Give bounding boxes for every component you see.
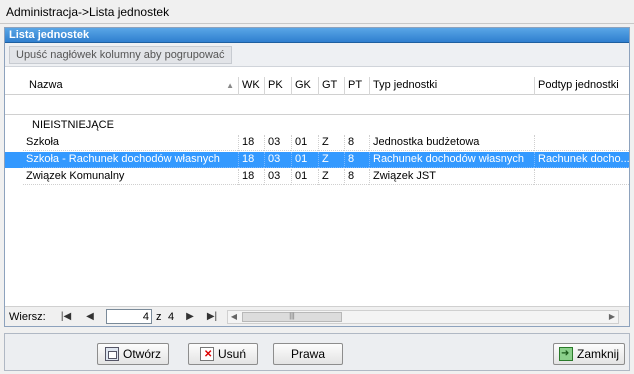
scroll-right-icon[interactable]: ▶ bbox=[606, 311, 618, 323]
horizontal-scrollbar[interactable]: ◀ ||| ▶ bbox=[227, 310, 619, 324]
cell-pt: 8 bbox=[344, 152, 369, 168]
units-panel: Lista jednostek Upuść nagłówek kolumny a… bbox=[4, 27, 630, 327]
group-row[interactable]: NIEISTNIEJĄCE bbox=[5, 118, 629, 134]
cell-typ: Rachunek dochodów własnych bbox=[369, 152, 534, 168]
open-button[interactable]: Otwórz bbox=[97, 343, 169, 365]
table-row[interactable]: Związek Komunalny 18 03 01 Z 8 Związek J… bbox=[5, 169, 629, 185]
open-icon bbox=[104, 347, 119, 361]
group-by-area[interactable]: Upuść nagłówek kolumny aby pogrupować bbox=[5, 43, 629, 67]
first-record-icon[interactable]: |◀ bbox=[59, 310, 73, 324]
current-record-input[interactable] bbox=[106, 309, 152, 324]
cell-gt: Z bbox=[318, 152, 344, 168]
column-header-typ[interactable]: Typ jednostki bbox=[369, 77, 534, 95]
navigator-label: Wiersz: bbox=[9, 311, 46, 323]
row-indicator-header bbox=[5, 77, 23, 95]
table-row[interactable]: Szkoła 18 03 01 Z 8 Jednostka budżetowa bbox=[5, 135, 629, 151]
cell-gt: Z bbox=[318, 135, 344, 151]
exit-icon bbox=[558, 347, 573, 361]
last-record-icon[interactable]: ▶| bbox=[205, 310, 219, 324]
cell-nazwa: Szkoła bbox=[23, 135, 238, 151]
cell-pk: 03 bbox=[264, 135, 291, 151]
cell-pk: 03 bbox=[264, 152, 291, 168]
rights-button[interactable]: Prawa bbox=[273, 343, 343, 365]
cell-wk: 18 bbox=[238, 169, 264, 185]
delete-icon bbox=[199, 347, 214, 361]
column-header-gk[interactable]: GK bbox=[291, 77, 318, 95]
cell-podtyp: Rachunek docho... bbox=[534, 152, 629, 168]
cell-pt: 8 bbox=[344, 169, 369, 185]
record-navigator: Wiersz: |◀ ◀ z 4 ▶ ▶| ◀ ||| ▶ bbox=[5, 306, 629, 326]
next-record-icon[interactable]: ▶ bbox=[183, 310, 197, 324]
rights-button-label: Prawa bbox=[290, 347, 325, 361]
column-header-pt[interactable]: PT bbox=[344, 77, 369, 95]
previous-record-icon[interactable]: ◀ bbox=[83, 310, 97, 324]
column-header-nazwa[interactable]: Nazwa ▲ bbox=[23, 77, 238, 95]
cell-wk: 18 bbox=[238, 152, 264, 168]
column-header-label: Nazwa bbox=[29, 79, 63, 91]
group-by-hint: Upuść nagłówek kolumny aby pogrupować bbox=[9, 46, 232, 64]
delete-button[interactable]: Usuń bbox=[188, 343, 258, 365]
scrollbar-thumb[interactable]: ||| bbox=[242, 312, 342, 322]
cell-typ: Jednostka budżetowa bbox=[369, 135, 534, 151]
navigator-total: 4 bbox=[168, 311, 175, 323]
grid-header: Nazwa ▲ WK PK GK GT PT Typ jednostki Pod… bbox=[5, 77, 629, 95]
panel-title: Lista jednostek bbox=[5, 28, 629, 43]
cell-gk: 01 bbox=[291, 169, 318, 185]
action-bar: Otwórz Usuń Prawa Zamknij bbox=[4, 333, 630, 371]
close-button-label: Zamknij bbox=[576, 347, 619, 361]
cell-typ: Związek JST bbox=[369, 169, 534, 185]
cell-gt: Z bbox=[318, 169, 344, 185]
cell-gk: 01 bbox=[291, 152, 318, 168]
cell-wk: 18 bbox=[238, 135, 264, 151]
close-button[interactable]: Zamknij bbox=[553, 343, 625, 365]
table-row-selected[interactable]: Szkoła - Rachunek dochodów własnych 18 0… bbox=[5, 152, 629, 168]
column-header-gt[interactable]: GT bbox=[318, 77, 344, 95]
navigator-of-label: z bbox=[156, 311, 162, 323]
delete-button-label: Usuń bbox=[217, 347, 246, 361]
open-button-label: Otwórz bbox=[122, 347, 161, 361]
column-header-pk[interactable]: PK bbox=[264, 77, 291, 95]
sort-ascending-icon: ▲ bbox=[226, 81, 234, 90]
window-title: Administracja->Lista jednostek bbox=[0, 0, 634, 24]
cell-pk: 03 bbox=[264, 169, 291, 185]
group-label: NIEISTNIEJĄCE bbox=[32, 119, 114, 131]
cell-nazwa: Szkoła - Rachunek dochodów własnych bbox=[23, 152, 238, 168]
scroll-left-icon[interactable]: ◀ bbox=[228, 311, 240, 323]
cell-nazwa: Związek Komunalny bbox=[23, 169, 238, 185]
cell-podtyp bbox=[534, 169, 629, 185]
column-header-wk[interactable]: WK bbox=[238, 77, 264, 95]
cell-pt: 8 bbox=[344, 135, 369, 151]
filter-row[interactable] bbox=[5, 95, 629, 115]
cell-gk: 01 bbox=[291, 135, 318, 151]
column-header-podtyp[interactable]: Podtyp jednostki bbox=[534, 77, 629, 95]
cell-podtyp bbox=[534, 135, 629, 151]
